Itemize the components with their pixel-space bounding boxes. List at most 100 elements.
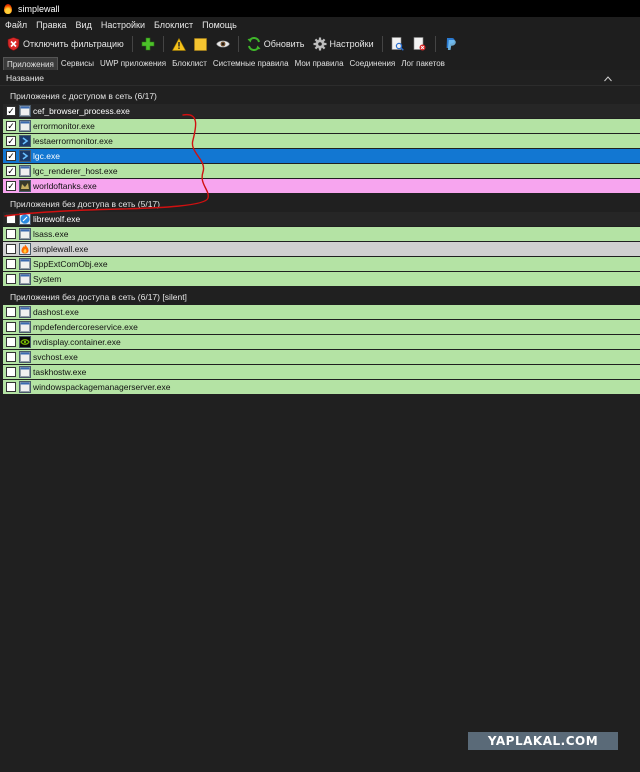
list-item[interactable]: svchost.exe xyxy=(3,350,640,365)
app-checkbox[interactable]: ✓ xyxy=(6,121,16,131)
app-checkbox[interactable] xyxy=(6,367,16,377)
app-name: lsass.exe xyxy=(33,229,69,239)
app-name: librewolf.exe xyxy=(33,214,81,224)
menu-settings[interactable]: Настройки xyxy=(101,20,145,30)
tab-system-rules[interactable]: Системные правила xyxy=(210,57,292,70)
list-item[interactable]: dashost.exe xyxy=(3,305,640,320)
list-item[interactable]: lsass.exe xyxy=(3,227,640,242)
app-checkbox[interactable] xyxy=(6,382,16,392)
menu-help[interactable]: Помощь xyxy=(202,20,237,30)
list-item[interactable]: ✓ worldoftanks.exe xyxy=(3,179,640,194)
app-checkbox[interactable]: ✓ xyxy=(6,166,16,176)
refresh-icon xyxy=(247,37,261,51)
app-icon xyxy=(19,306,31,318)
list-item[interactable]: librewolf.exe xyxy=(3,212,640,227)
app-list: Приложения с доступом в сеть (6/17) ✓ cef_… xyxy=(0,89,640,395)
refresh-button[interactable]: Обновить xyxy=(245,34,307,54)
menu-edit[interactable]: Правка xyxy=(36,20,66,30)
app-name: windowspackagemanagerserver.exe xyxy=(33,382,171,392)
app-checkbox[interactable] xyxy=(6,259,16,269)
column-header-name[interactable]: Название xyxy=(0,70,640,86)
app-name: SppExtComObj.exe xyxy=(33,259,108,269)
tab-blocklist[interactable]: Блоклист xyxy=(169,57,210,70)
disable-filter-button[interactable]: Отключить фильтрацию xyxy=(4,34,126,54)
app-checkbox[interactable] xyxy=(6,352,16,362)
list-item[interactable]: ✓ lestaerrormonitor.exe xyxy=(3,134,640,149)
menu-bar: Файл Правка Вид Настройки Блоклист Помощ… xyxy=(0,17,640,32)
app-name: svchost.exe xyxy=(33,352,78,362)
note-icon xyxy=(194,37,208,51)
list-item[interactable]: simplewall.exe xyxy=(3,242,640,257)
menu-file[interactable]: Файл xyxy=(5,20,27,30)
refresh-label: Обновить xyxy=(263,39,305,49)
list-item[interactable]: taskhostw.exe xyxy=(3,365,640,380)
app-name: lestaerrormonitor.exe xyxy=(33,136,113,146)
log-button[interactable] xyxy=(389,34,407,54)
add-button[interactable] xyxy=(139,34,157,54)
app-checkbox[interactable] xyxy=(6,337,16,347)
app-checkbox[interactable] xyxy=(6,229,16,239)
list-item[interactable]: nvdisplay.container.exe xyxy=(3,335,640,350)
librewolf-icon xyxy=(19,213,31,225)
list-item[interactable]: windowspackagemanagerserver.exe xyxy=(3,380,640,395)
app-icon xyxy=(19,165,31,177)
list-item[interactable]: ✓ cef_browser_process.exe xyxy=(3,104,640,119)
app-name: taskhostw.exe xyxy=(33,367,87,377)
group-header[interactable]: Приложения без доступа в сеть (5/17) xyxy=(0,197,640,212)
toolbar-separator xyxy=(237,36,239,52)
watermark: YAPLAKAL.COM xyxy=(468,732,618,750)
tab-uwp-apps[interactable]: UWP приложения xyxy=(97,57,169,70)
app-checkbox[interactable]: ✓ xyxy=(6,136,16,146)
app-checkbox[interactable]: ✓ xyxy=(6,181,16,191)
column-header-label: Название xyxy=(6,72,44,83)
menu-blocklist[interactable]: Блоклист xyxy=(154,20,193,30)
list-item[interactable]: mpdefendercoreservice.exe xyxy=(3,320,640,335)
settings-button[interactable]: Настройки xyxy=(311,34,376,54)
gear-icon xyxy=(313,37,327,51)
app-checkbox[interactable]: ✓ xyxy=(6,106,16,116)
list-item[interactable]: ✓ lgc.exe xyxy=(3,149,640,164)
clear-log-button[interactable] xyxy=(411,34,429,54)
app-name: lgc_renderer_host.exe xyxy=(33,166,118,176)
warning-icon xyxy=(171,37,186,51)
app-checkbox[interactable]: ✓ xyxy=(6,151,16,161)
app-checkbox[interactable] xyxy=(6,274,16,284)
toolbar-separator xyxy=(131,36,133,52)
tab-packet-log[interactable]: Лог пакетов xyxy=(398,57,448,70)
list-item[interactable]: ✓ errormonitor.exe xyxy=(3,119,640,134)
settings-label: Настройки xyxy=(329,39,374,49)
toolbar-separator xyxy=(381,36,383,52)
toolbar-separator xyxy=(162,36,164,52)
toolbar-separator xyxy=(434,36,436,52)
app-icon xyxy=(19,228,31,240)
notes-button[interactable] xyxy=(192,34,210,54)
warning-button[interactable] xyxy=(170,34,188,54)
menu-view[interactable]: Вид xyxy=(76,20,92,30)
list-item[interactable]: ✓ lgc_renderer_host.exe xyxy=(3,164,640,179)
app-name: cef_browser_process.exe xyxy=(33,106,130,116)
app-checkbox[interactable] xyxy=(6,244,16,254)
app-checkbox[interactable] xyxy=(6,307,16,317)
disable-filter-label: Отключить фильтрацию xyxy=(23,39,124,49)
view-button[interactable] xyxy=(214,34,232,54)
flame-icon xyxy=(19,243,31,255)
document-search-icon xyxy=(391,37,405,51)
group-header[interactable]: Приложения с доступом в сеть (6/17) xyxy=(0,89,640,104)
tab-applications[interactable]: Приложения xyxy=(3,57,58,70)
app-name: System xyxy=(33,274,62,284)
app-checkbox[interactable] xyxy=(6,322,16,332)
tab-services[interactable]: Сервисы xyxy=(58,57,97,70)
group-header[interactable]: Приложения без доступа в сеть (6/17) [si… xyxy=(0,290,640,305)
app-name: errormonitor.exe xyxy=(33,121,95,131)
list-item[interactable]: System xyxy=(3,272,640,287)
app-name: lgc.exe xyxy=(33,151,60,161)
app-icon xyxy=(19,366,31,378)
window-titlebar: simplewall xyxy=(0,0,640,17)
toolbar: Отключить фильтрацию Обновить Настройки xyxy=(0,32,640,56)
eye-icon xyxy=(215,37,230,51)
list-item[interactable]: SppExtComObj.exe xyxy=(3,257,640,272)
app-checkbox[interactable] xyxy=(6,214,16,224)
tab-connections[interactable]: Соединения xyxy=(347,57,399,70)
tab-my-rules[interactable]: Мои правила xyxy=(292,57,347,70)
donate-button[interactable] xyxy=(442,34,460,54)
